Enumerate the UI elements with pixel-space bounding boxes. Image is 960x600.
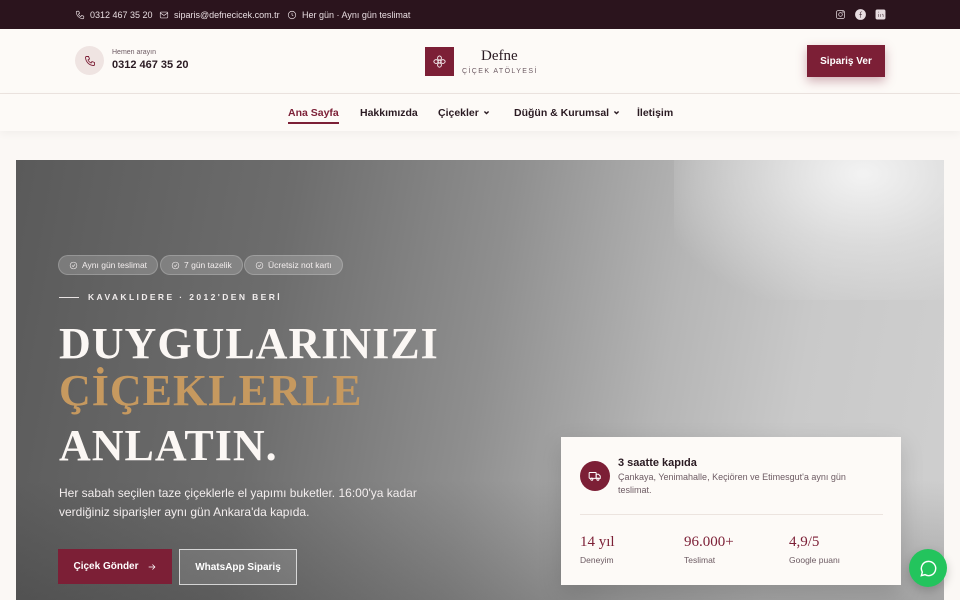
check-circle-icon — [171, 261, 180, 269]
facebook-icon[interactable] — [855, 9, 866, 20]
badge-note-card: Ücretsiz not kartı — [244, 255, 343, 275]
main-nav: Ana Sayfa Hakkımızda Çiçekler Düğün & Ku… — [0, 94, 960, 131]
card-title: 3 saatte kapıda — [618, 457, 697, 469]
phone-icon — [75, 10, 85, 19]
card-description: Çankaya, Yenimahalle, Keçiören ve Etimes… — [618, 472, 846, 495]
top-bar: 0312 467 35 20 siparis@defnecicek.com.tr… — [0, 0, 960, 29]
badge-freshness: 7 gün tazelik — [160, 255, 243, 275]
topbar-email[interactable]: siparis@defnecicek.com.tr — [159, 0, 280, 29]
nav-item-label: İletişim — [637, 106, 674, 119]
chat-bubble-icon — [919, 560, 936, 577]
arrow-right-icon — [148, 563, 155, 570]
nav-item-flowers[interactable]: Çiçekler — [438, 94, 490, 131]
topbar-email-text: siparis@defnecicek.com.tr — [174, 9, 280, 20]
stat-rating-value: 4,9/5 — [789, 534, 820, 550]
instagram-icon[interactable] — [835, 9, 846, 20]
send-flowers-label: Çiçek Gönder — [73, 561, 139, 572]
nav-item-label: Hakkımızda — [360, 106, 418, 119]
chevron-down-icon — [613, 110, 620, 115]
mail-icon — [159, 11, 169, 18]
badge-label: Aynı gün teslimat — [82, 260, 148, 270]
whatsapp-chat-button[interactable] — [909, 549, 947, 587]
stat-experience-label: Deneyim — [580, 555, 614, 565]
nav-item-about[interactable]: Hakkımızda — [360, 94, 418, 131]
hero-headline-line-2: ÇİÇEKLERLE — [59, 366, 363, 415]
topbar-hours-text: Her gün · Aynı gün teslimat — [302, 9, 411, 20]
brand-name[interactable]: Defne — [481, 48, 518, 65]
whatsapp-order-button[interactable]: WhatsApp Sipariş — [179, 549, 297, 585]
nav-item-label: Çiçekler — [438, 106, 479, 119]
topbar-phone[interactable]: 0312 467 35 20 — [75, 0, 153, 29]
nav-item-label: Ana Sayfa — [288, 106, 339, 119]
brand-subtitle: ÇİÇEK ATÖLYESİ — [462, 68, 538, 75]
order-button[interactable]: Sipariş Ver — [807, 45, 885, 77]
call-number[interactable]: 0312 467 35 20 — [112, 59, 188, 71]
site-header: Hemen arayın 0312 467 35 20 Defne ÇİÇEK … — [0, 29, 960, 94]
nav-item-wedding-corporate[interactable]: Düğün & Kurumsal — [514, 94, 620, 131]
topbar-hours: Her gün · Aynı gün teslimat — [287, 0, 410, 29]
topbar-phone-text: 0312 467 35 20 — [90, 9, 153, 20]
hero-lead: Her sabah seçilen taze çiçeklerle el yap… — [59, 486, 417, 519]
stat-experience-value: 14 yıl — [580, 534, 615, 550]
nav-item-home[interactable]: Ana Sayfa — [288, 94, 339, 131]
linkedin-icon[interactable] — [875, 9, 886, 20]
hero-headline-line-3: ANLATIN. — [59, 421, 278, 470]
check-circle-icon — [69, 261, 78, 269]
badge-label: Ücretsiz not kartı — [268, 260, 332, 270]
card-divider — [580, 514, 883, 515]
chevron-down-icon — [483, 110, 489, 115]
badge-label: 7 gün tazelik — [184, 260, 232, 270]
call-label: Hemen arayın — [112, 49, 156, 56]
stat-rating-label: Google puanı — [789, 555, 841, 565]
badge-same-day: Aynı gün teslimat — [58, 255, 159, 275]
eyebrow-divider — [59, 297, 79, 298]
flower-logo-icon[interactable] — [425, 47, 454, 76]
nav-item-contact[interactable]: İletişim — [637, 94, 673, 131]
hero-background-light — [674, 160, 944, 300]
hero-headline-line-1: DUYGULARINIZI — [59, 319, 439, 368]
stat-deliveries-label: Teslimat — [684, 555, 716, 565]
header-phone-icon[interactable] — [75, 46, 104, 75]
send-flowers-button[interactable]: Çiçek Gönder — [58, 549, 172, 584]
delivery-info-card: 3 saatte kapıda Çankaya, Yenimahalle, Ke… — [561, 437, 901, 585]
hero-eyebrow: KAVAKLIDERE · 2012'DEN BERİ — [88, 292, 283, 302]
clock-icon — [287, 10, 297, 19]
check-circle-icon — [255, 261, 264, 269]
nav-item-label: Düğün & Kurumsal — [514, 106, 610, 119]
truck-icon — [580, 461, 610, 491]
stat-deliveries-value: 96.000+ — [684, 534, 734, 550]
